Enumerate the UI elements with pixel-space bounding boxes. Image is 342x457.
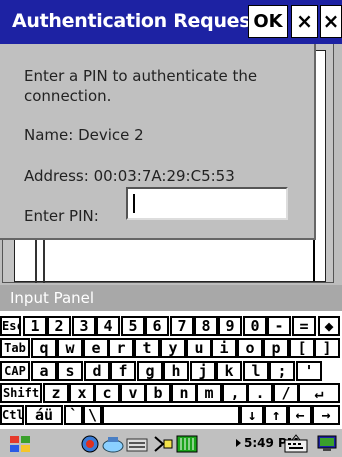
tray-expand-icon[interactable] <box>236 439 241 447</box>
key-j[interactable]: j <box>190 361 216 381</box>
dialog-title: Authentication Request <box>12 10 260 32</box>
taskbar: 5:49 PM <box>0 427 342 457</box>
key-4[interactable]: 4 <box>96 316 120 336</box>
key-i[interactable]: i <box>211 338 237 358</box>
connection-icon[interactable] <box>102 434 124 454</box>
key-s[interactable]: s <box>57 361 83 381</box>
key-d[interactable]: d <box>84 361 110 381</box>
key-y[interactable]: y <box>160 338 186 358</box>
key-r[interactable]: r <box>108 338 134 358</box>
key-w[interactable]: w <box>57 338 83 358</box>
key-q[interactable]: q <box>31 338 57 358</box>
keyboard-row-2: Tab q w e r t y u i o p[] <box>0 338 342 359</box>
key-intl[interactable]: áü <box>25 405 63 425</box>
key-ctl[interactable]: Ctl <box>0 405 24 425</box>
close-button[interactable]: × <box>291 5 318 38</box>
device-address-row: Address: 00:03:7A:29:C5:53 <box>24 167 235 185</box>
key-5[interactable]: 5 <box>121 316 145 336</box>
keyboard-row-1: Esc1234567890-=◆ <box>0 316 342 337</box>
key-lbracket[interactable]: [ <box>289 338 315 358</box>
battery-icon[interactable] <box>176 434 198 454</box>
key-esc[interactable]: Esc <box>0 316 21 336</box>
key-h[interactable]: h <box>163 361 189 381</box>
key-comma[interactable]: , <box>222 383 248 403</box>
name-label: Name: <box>24 126 74 144</box>
key-8[interactable]: 8 <box>194 316 218 336</box>
key-g[interactable]: g <box>137 361 163 381</box>
pin-label: Enter PIN: <box>24 207 99 225</box>
keyboard-row-5: Ctl áü ` \ ↓ ↑ ← → <box>0 405 342 426</box>
key-3[interactable]: 3 <box>72 316 96 336</box>
key-9[interactable]: 9 <box>218 316 242 336</box>
key-c[interactable]: c <box>94 383 120 403</box>
key-t[interactable]: t <box>134 338 160 358</box>
scanner-icon[interactable] <box>152 434 174 454</box>
key-n[interactable]: n <box>171 383 197 403</box>
key-k[interactable]: k <box>216 361 242 381</box>
close-app-button[interactable]: × <box>320 5 342 38</box>
key-f[interactable]: f <box>110 361 136 381</box>
key-a[interactable]: a <box>31 361 57 381</box>
input-panel-header: Input Panel <box>0 285 342 311</box>
text-caret <box>133 194 135 213</box>
dialog-title-bar: Authentication Request OK × × <box>0 0 342 44</box>
desktop-icon[interactable] <box>316 434 338 454</box>
pin-input[interactable] <box>126 187 288 220</box>
network-icon[interactable] <box>80 434 100 454</box>
keyboard-input-icon[interactable] <box>284 434 308 454</box>
key-o[interactable]: o <box>237 338 263 358</box>
key-backslash[interactable]: \ <box>83 405 102 425</box>
address-label: Address: <box>24 167 89 185</box>
prompt-text: Enter a PIN to authenticate the connecti… <box>24 67 258 105</box>
key-7[interactable]: 7 <box>170 316 194 336</box>
key-equals[interactable]: = <box>292 316 316 336</box>
key-semicolon[interactable]: ; <box>269 361 295 381</box>
keyboard-row-4: Shift z x c v b n m,. / ↵ <box>0 383 342 404</box>
key-x[interactable]: x <box>69 383 95 403</box>
key-1[interactable]: 1 <box>23 316 47 336</box>
key-slash[interactable]: / <box>273 383 299 403</box>
address-value: 00:03:7A:29:C5:53 <box>93 167 235 185</box>
key-space[interactable] <box>102 405 240 425</box>
ok-button[interactable]: OK <box>248 5 288 38</box>
key-minus[interactable]: - <box>267 316 291 336</box>
key-e[interactable]: e <box>83 338 109 358</box>
key-2[interactable]: 2 <box>47 316 71 336</box>
key-up[interactable]: ↑ <box>264 405 288 425</box>
name-value: Device 2 <box>78 126 144 144</box>
dialog-body: Enter a PIN to authenticate the connecti… <box>0 44 316 240</box>
key-down[interactable]: ↓ <box>240 405 264 425</box>
key-p[interactable]: p <box>263 338 289 358</box>
key-left[interactable]: ← <box>288 405 312 425</box>
key-right[interactable]: → <box>312 405 340 425</box>
key-backspace[interactable]: ◆ <box>318 316 340 336</box>
key-u[interactable]: u <box>186 338 212 358</box>
key-cap[interactable]: CAP <box>0 361 30 381</box>
key-6[interactable]: 6 <box>145 316 169 336</box>
keyboard-row-3: CAP a s d f g h j k l; ' <box>0 361 342 382</box>
start-icon[interactable] <box>8 434 32 454</box>
soft-keyboard: Esc1234567890-=◆Tabqwertyuiop[]CAPasdfgh… <box>0 311 342 427</box>
keyboard-tray-icon[interactable] <box>126 434 148 454</box>
key-0[interactable]: 0 <box>243 316 267 336</box>
key-enter[interactable]: ↵ <box>298 383 340 403</box>
input-panel-title: Input Panel <box>10 289 95 307</box>
key-rbracket[interactable]: ] <box>314 338 340 358</box>
key-tab[interactable]: Tab <box>0 338 30 358</box>
key-l[interactable]: l <box>243 361 269 381</box>
key-quote[interactable]: ' <box>296 361 322 381</box>
key-backtick[interactable]: ` <box>64 405 83 425</box>
key-shift[interactable]: Shift <box>0 383 42 403</box>
key-b[interactable]: b <box>145 383 171 403</box>
key-z[interactable]: z <box>43 383 69 403</box>
key-v[interactable]: v <box>120 383 146 403</box>
key-m[interactable]: m <box>196 383 222 403</box>
device-name-row: Name: Device 2 <box>24 126 144 144</box>
key-period[interactable]: . <box>247 383 273 403</box>
